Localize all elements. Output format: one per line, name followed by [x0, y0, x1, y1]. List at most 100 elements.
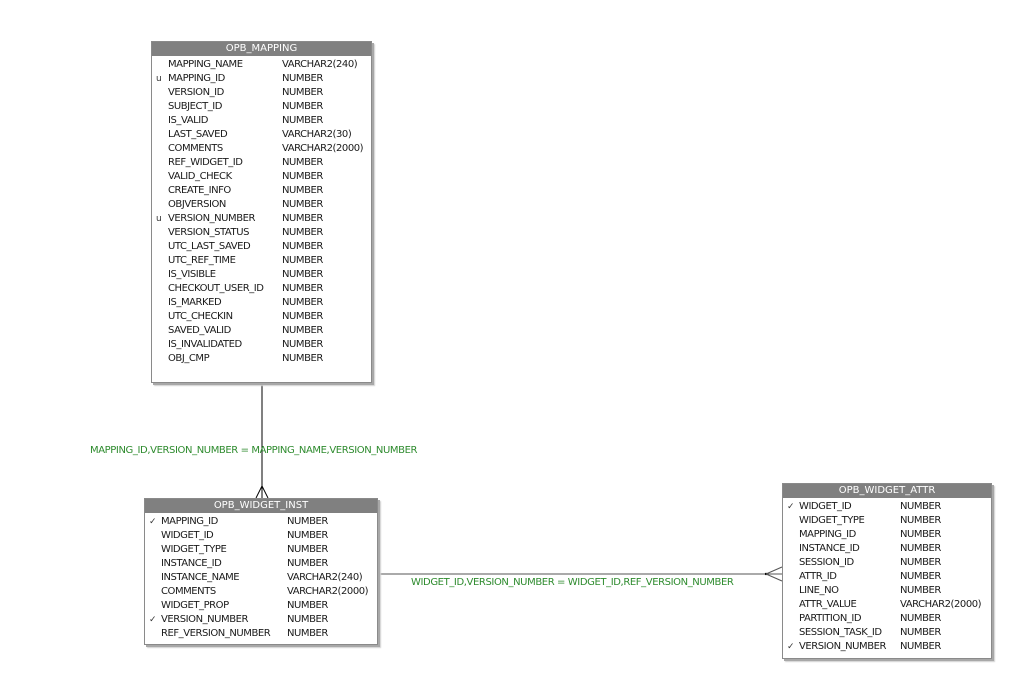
column-row[interactable]: IS_VISIBLE NUMBER	[152, 268, 371, 282]
column-name: VERSION_NUMBER	[161, 614, 249, 625]
column-name: IS_MARKED	[168, 297, 222, 308]
column-row[interactable]: SAVED_VALID NUMBER	[152, 324, 371, 338]
column-type: NUMBER	[900, 515, 941, 526]
column-name: WIDGET_TYPE	[161, 544, 227, 555]
column-type: VARCHAR2(240)	[287, 572, 363, 583]
column-row[interactable]: REF_VERSION_NUMBER NUMBER	[145, 627, 377, 641]
column-row[interactable]: VERSION_ID NUMBER	[152, 86, 371, 100]
column-list: ✓ WIDGET_ID NUMBER WIDGET_TYPE NUMBER MAPPING…	[783, 498, 991, 654]
column-name: IS_INVALIDATED	[168, 339, 242, 350]
column-row[interactable]: LINE_NO NUMBER	[783, 584, 991, 598]
column-type: NUMBER	[282, 241, 323, 252]
column-name: CREATE_INFO	[168, 185, 231, 196]
column-type: NUMBER	[282, 185, 323, 196]
column-type: NUMBER	[282, 171, 323, 182]
column-type: NUMBER	[900, 543, 941, 554]
table-opb-widget-inst[interactable]: OPB_WIDGET_INST ✓ MAPPING_ID NUMBER WIDGET_…	[144, 498, 378, 645]
column-row[interactable]: ✓ WIDGET_ID NUMBER	[783, 500, 991, 514]
column-row[interactable]: INSTANCE_NAME VARCHAR2(240)	[145, 571, 377, 585]
column-row[interactable]: OBJVERSION NUMBER	[152, 198, 371, 212]
column-name: SESSION_TASK_ID	[799, 627, 882, 638]
column-type: NUMBER	[287, 628, 328, 639]
table-opb-mapping[interactable]: OPB_MAPPING MAPPING_NAME VARCHAR2(240) u MA…	[151, 41, 372, 383]
column-row[interactable]: SUBJECT_ID NUMBER	[152, 100, 371, 114]
column-name: VERSION_ID	[168, 87, 224, 98]
column-type: NUMBER	[900, 529, 941, 540]
column-row[interactable]: PARTITION_ID NUMBER	[783, 612, 991, 626]
column-name: VERSION_NUMBER	[799, 641, 887, 652]
column-type: NUMBER	[282, 101, 323, 112]
column-type: NUMBER	[900, 585, 941, 596]
column-type: NUMBER	[287, 544, 328, 555]
column-row[interactable]: INSTANCE_ID NUMBER	[783, 542, 991, 556]
column-row[interactable]: IS_MARKED NUMBER	[152, 296, 371, 310]
column-row[interactable]: u MAPPING_ID NUMBER	[152, 72, 371, 86]
column-name: SESSION_ID	[799, 557, 854, 568]
foreign-key-icon: ✓	[149, 517, 157, 527]
column-row[interactable]: INSTANCE_ID NUMBER	[145, 557, 377, 571]
table-header: OPB_MAPPING	[152, 42, 371, 56]
column-type: NUMBER	[900, 627, 941, 638]
column-type: VARCHAR2(2000)	[287, 586, 369, 597]
column-row[interactable]: WIDGET_ID NUMBER	[145, 529, 377, 543]
column-row[interactable]: OBJ_CMP NUMBER	[152, 352, 371, 366]
foreign-key-icon: ✓	[787, 502, 795, 512]
unique-key-icon: u	[156, 74, 162, 84]
column-name: IS_VISIBLE	[168, 269, 216, 280]
column-name: ATTR_ID	[799, 571, 837, 582]
column-type: NUMBER	[282, 87, 323, 98]
column-row[interactable]: COMMENTS VARCHAR2(2000)	[152, 142, 371, 156]
column-row[interactable]: LAST_SAVED VARCHAR2(30)	[152, 128, 371, 142]
column-type: NUMBER	[282, 213, 323, 224]
column-row[interactable]: ✓ VERSION_NUMBER NUMBER	[145, 613, 377, 627]
column-name: WIDGET_ID	[161, 530, 214, 541]
column-type: NUMBER	[282, 353, 323, 364]
column-row[interactable]: ✓ MAPPING_ID NUMBER	[145, 515, 377, 529]
relationship-label-inst-attr: WIDGET_ID,VERSION_NUMBER = WIDGET_ID,REF…	[411, 577, 734, 588]
column-name: ATTR_VALUE	[799, 599, 857, 610]
column-row[interactable]: WIDGET_PROP NUMBER	[145, 599, 377, 613]
column-row[interactable]: ATTR_VALUE VARCHAR2(2000)	[783, 598, 991, 612]
relationship-label-mapping-inst: MAPPING_ID,VERSION_NUMBER = MAPPING_NAME…	[90, 445, 418, 456]
column-row[interactable]: REF_WIDGET_ID NUMBER	[152, 156, 371, 170]
table-opb-widget-attr[interactable]: OPB_WIDGET_ATTR ✓ WIDGET_ID NUMBER WIDGET_T…	[782, 483, 992, 659]
column-row[interactable]: SESSION_ID NUMBER	[783, 556, 991, 570]
column-name: VALID_CHECK	[168, 171, 232, 182]
column-row[interactable]: MAPPING_ID NUMBER	[783, 528, 991, 542]
column-row[interactable]: UTC_REF_TIME NUMBER	[152, 254, 371, 268]
column-row[interactable]: MAPPING_NAME VARCHAR2(240)	[152, 58, 371, 72]
column-type: NUMBER	[282, 269, 323, 280]
column-row[interactable]: IS_VALID NUMBER	[152, 114, 371, 128]
column-row[interactable]: CREATE_INFO NUMBER	[152, 184, 371, 198]
column-type: NUMBER	[900, 557, 941, 568]
column-row[interactable]: WIDGET_TYPE NUMBER	[145, 543, 377, 557]
column-row[interactable]: VALID_CHECK NUMBER	[152, 170, 371, 184]
column-type: NUMBER	[287, 530, 328, 541]
column-row[interactable]: UTC_LAST_SAVED NUMBER	[152, 240, 371, 254]
column-row[interactable]: WIDGET_TYPE NUMBER	[783, 514, 991, 528]
column-type: NUMBER	[287, 614, 328, 625]
column-row[interactable]: IS_INVALIDATED NUMBER	[152, 338, 371, 352]
column-name: INSTANCE_ID	[799, 543, 860, 554]
foreign-key-icon: ✓	[149, 615, 157, 625]
column-row[interactable]: CHECKOUT_USER_ID NUMBER	[152, 282, 371, 296]
column-type: NUMBER	[900, 501, 941, 512]
column-name: WIDGET_TYPE	[799, 515, 865, 526]
table-header: OPB_WIDGET_INST	[145, 499, 377, 513]
crows-foot-icon	[255, 485, 269, 499]
column-name: VERSION_STATUS	[168, 227, 249, 238]
column-type: NUMBER	[282, 199, 323, 210]
column-type: NUMBER	[287, 600, 328, 611]
column-row[interactable]: ✓ VERSION_NUMBER NUMBER	[783, 640, 991, 654]
crows-foot-icon	[764, 566, 783, 582]
column-row[interactable]: UTC_CHECKIN NUMBER	[152, 310, 371, 324]
column-row[interactable]: ATTR_ID NUMBER	[783, 570, 991, 584]
column-type: NUMBER	[282, 255, 323, 266]
column-row[interactable]: SESSION_TASK_ID NUMBER	[783, 626, 991, 640]
column-type: NUMBER	[287, 516, 328, 527]
column-row[interactable]: COMMENTS VARCHAR2(2000)	[145, 585, 377, 599]
column-row[interactable]: VERSION_STATUS NUMBER	[152, 226, 371, 240]
column-name: MAPPING_ID	[161, 516, 218, 527]
column-type: NUMBER	[287, 558, 328, 569]
column-row[interactable]: u VERSION_NUMBER NUMBER	[152, 212, 371, 226]
